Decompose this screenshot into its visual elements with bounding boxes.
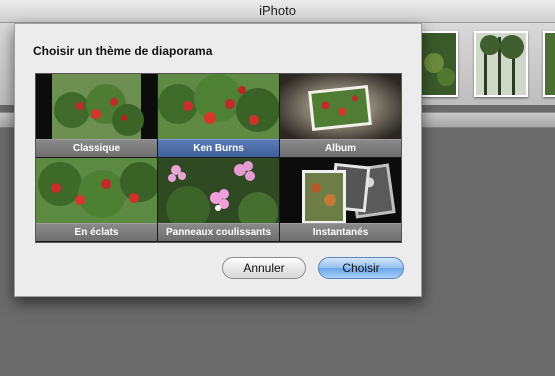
theme-label: En éclats [36, 223, 157, 241]
theme-label: Instantanés [280, 223, 401, 241]
theme-label: Ken Burns [158, 139, 279, 157]
theme-album[interactable]: Album [280, 74, 401, 157]
photo-thumbnail[interactable] [474, 31, 528, 97]
theme-ken-burns[interactable]: Ken Burns [158, 74, 279, 157]
photo-thumbnail[interactable] [543, 31, 555, 97]
window-title: iPhoto [259, 3, 296, 18]
theme-instantanes[interactable]: Instantanés [280, 158, 401, 241]
choose-button[interactable]: Choisir [318, 257, 404, 279]
theme-grid: Classique Ken Burns Album En éclats Pann… [35, 73, 402, 243]
theme-preview-image [280, 158, 401, 224]
theme-label: Album [280, 139, 401, 157]
theme-preview-image [280, 74, 401, 140]
theme-classique[interactable]: Classique [36, 74, 157, 157]
slideshow-theme-dialog: Choisir un thème de diaporama Classique … [14, 23, 422, 297]
photo-thumbnail[interactable] [420, 31, 458, 97]
dialog-title: Choisir un thème de diaporama [33, 44, 213, 58]
theme-en-eclats[interactable]: En éclats [36, 158, 157, 241]
theme-panneaux-coulissants[interactable]: Panneaux coulissants [158, 158, 279, 241]
theme-label: Panneaux coulissants [158, 223, 279, 241]
cancel-button[interactable]: Annuler [222, 257, 306, 279]
theme-preview-image [158, 74, 279, 140]
theme-label: Classique [36, 139, 157, 157]
window-title-bar: iPhoto [0, 0, 555, 23]
theme-preview-image [36, 74, 157, 140]
theme-preview-image [36, 158, 157, 224]
theme-preview-image [158, 158, 279, 224]
